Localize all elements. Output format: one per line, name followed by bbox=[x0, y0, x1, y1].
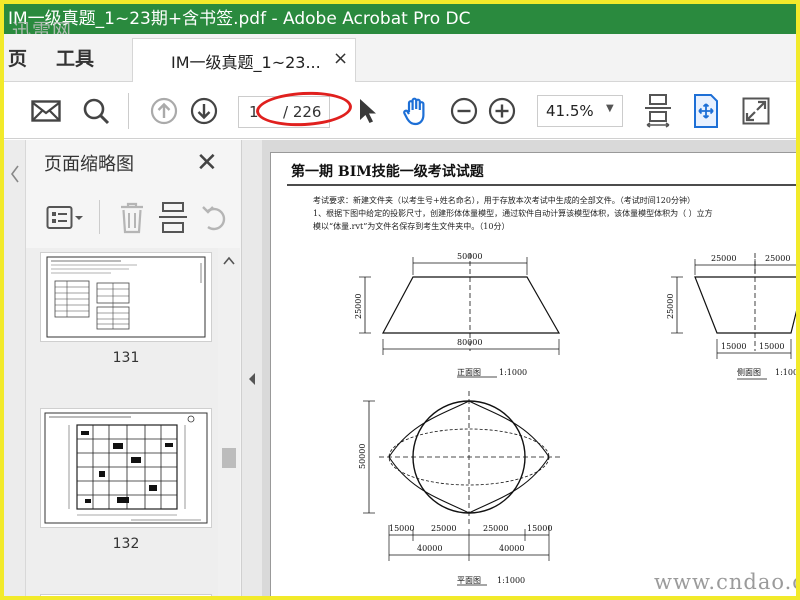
watermark-bottom: www.cndao.com bbox=[654, 570, 796, 594]
document-viewport[interactable]: 第一期 BIM技能一级考试试题 考试要求：新建文件夹（以考生号+姓名命名），用于… bbox=[262, 140, 800, 596]
chevron-left-icon[interactable] bbox=[10, 164, 20, 184]
window-title: IM一级真题_1~23期+含书签.pdf - Adobe Acrobat Pro… bbox=[8, 9, 471, 29]
plan-dim-4: 15000 bbox=[527, 524, 552, 533]
side-caption: 侧面图 bbox=[737, 367, 761, 377]
doc-intro-line-2: 1、根据下图中给定的投影尺寸，创建形体体量模型，通过软件自动计算该模型体积，该体… bbox=[313, 208, 713, 218]
scrolling-mode-icon[interactable] bbox=[642, 94, 674, 128]
search-icon[interactable] bbox=[80, 95, 112, 127]
delete-icon[interactable] bbox=[118, 202, 146, 234]
plan-width-1: 40000 bbox=[417, 544, 442, 553]
front-bottom-dim: 80000 bbox=[457, 338, 482, 347]
front-caption: 正面图 bbox=[457, 368, 481, 377]
email-icon[interactable] bbox=[30, 95, 62, 127]
plan-dim-3: 25000 bbox=[483, 524, 508, 533]
toolbar-divider bbox=[128, 93, 129, 129]
full-screen-icon[interactable] bbox=[740, 95, 772, 127]
front-view-drawing bbox=[359, 253, 561, 378]
plan-view-drawing bbox=[363, 391, 561, 586]
side-top-left-dim: 25000 bbox=[711, 254, 736, 263]
front-top-dim: 50000 bbox=[457, 252, 482, 261]
navigation-strip bbox=[4, 140, 26, 596]
front-height-dim: 25000 bbox=[354, 294, 363, 319]
zoom-in-icon[interactable] bbox=[486, 95, 518, 127]
plan-height-dim: 50000 bbox=[358, 444, 367, 469]
scrollbar-thumb[interactable] bbox=[222, 448, 236, 468]
document-tab[interactable]: IM一级真题_1~23... × bbox=[132, 38, 356, 82]
plan-dim-1: 15000 bbox=[389, 524, 414, 533]
plan-caption: 平面图 bbox=[457, 576, 481, 585]
nav-home[interactable]: 页 bbox=[8, 44, 27, 71]
page-thumbnails-panel: 页面缩略图 ✕ 131 132 bbox=[26, 140, 242, 596]
thumbnail-list[interactable]: 131 132 bbox=[26, 248, 218, 596]
doc-intro-line-3: 模以“体量.rvt”为文件名保存到考生文件夹中。（10分） bbox=[313, 221, 509, 231]
thumbnail-page-131[interactable] bbox=[40, 252, 212, 342]
side-scale: 1:1000 bbox=[775, 368, 800, 377]
fit-page-icon[interactable] bbox=[690, 94, 722, 128]
plan-width-2: 40000 bbox=[499, 544, 524, 553]
select-cursor-icon[interactable] bbox=[352, 95, 384, 127]
side-height-dim: 25000 bbox=[666, 294, 675, 319]
zoom-out-icon[interactable] bbox=[448, 95, 480, 127]
next-page-icon[interactable] bbox=[188, 95, 220, 127]
panel-title: 页面缩略图 bbox=[44, 154, 134, 175]
thumbnail-options-icon[interactable] bbox=[46, 204, 86, 232]
document-tab-label: IM一级真题_1~23... bbox=[171, 53, 321, 72]
previous-page-icon[interactable] bbox=[148, 95, 180, 127]
side-bottom-right-dim: 15000 bbox=[759, 342, 784, 351]
zoom-select[interactable]: 41.5% ▼ bbox=[537, 95, 623, 127]
zoom-value: 41.5% bbox=[546, 102, 594, 120]
scroll-up-icon[interactable] bbox=[223, 256, 235, 266]
side-view-drawing bbox=[671, 253, 796, 380]
doc-intro-line-1: 考试要求：新建文件夹（以考生号+姓名命名），用于存放本次考试中生成的全部文件。（… bbox=[313, 195, 695, 205]
thumbnail-scrollbar[interactable] bbox=[218, 248, 240, 596]
plan-scale: 1:1000 bbox=[497, 576, 525, 585]
panel-collapse-bar[interactable] bbox=[242, 140, 262, 596]
panel-divider bbox=[99, 200, 100, 234]
side-top-right-dim: 25000 bbox=[765, 254, 790, 263]
collapse-arrow-icon[interactable] bbox=[247, 372, 257, 386]
chevron-down-icon: ▼ bbox=[606, 103, 614, 114]
tab-bar: 页 工具 bbox=[4, 34, 796, 82]
plan-dim-2: 25000 bbox=[431, 524, 456, 533]
pdf-page: 第一期 BIM技能一级考试试题 考试要求：新建文件夹（以考生号+姓名命名），用于… bbox=[270, 152, 800, 596]
title-bar: IM一级真题_1~23期+含书签.pdf - Adobe Acrobat Pro… bbox=[4, 4, 796, 34]
thumbnail-label-132: 132 bbox=[112, 536, 140, 552]
hand-tool-icon[interactable] bbox=[400, 95, 432, 127]
thumbnail-page-132[interactable] bbox=[40, 408, 212, 528]
thumbnail-page-133[interactable] bbox=[40, 594, 212, 596]
thumbnail-label-131: 131 bbox=[112, 350, 140, 366]
nav-tools[interactable]: 工具 bbox=[56, 44, 94, 71]
insert-page-icon[interactable] bbox=[158, 202, 188, 234]
app-window: IM一级真题_1~23期+含书签.pdf - Adobe Acrobat Pro… bbox=[0, 0, 800, 600]
side-bottom-left-dim: 15000 bbox=[721, 342, 746, 351]
front-scale: 1:1000 bbox=[499, 368, 527, 377]
close-icon[interactable]: ✕ bbox=[196, 148, 218, 178]
doc-heading: 第一期 BIM技能一级考试试题 bbox=[291, 163, 485, 180]
rotate-icon[interactable] bbox=[200, 202, 230, 234]
tab-close-icon[interactable]: × bbox=[333, 48, 348, 69]
main-toolbar bbox=[4, 83, 796, 139]
